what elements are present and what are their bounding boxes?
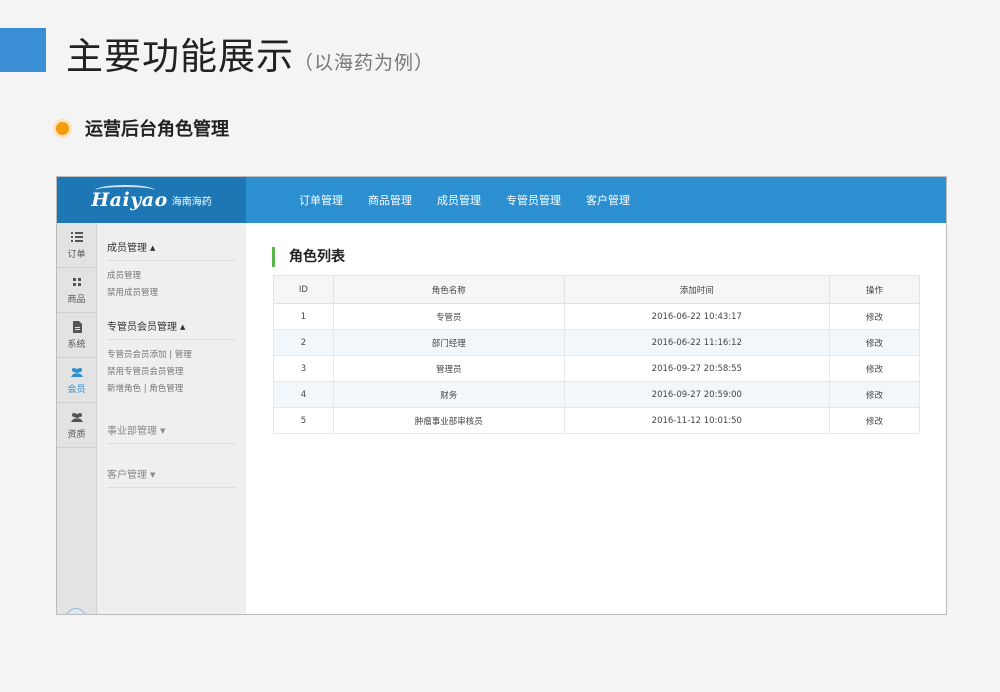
menu-group-title-text: 专管员会员管理 [107,322,177,333]
slide-title: 主要功能展示（以海药为例） [66,26,434,80]
table-row: 1 专管员 2016-06-22 10:43:17 修改 [273,303,920,330]
table-row: 4 财务 2016-09-27 20:59:00 修改 [273,381,920,408]
table-header-row: ID 角色名称 添加时间 操作 [273,275,920,304]
grid-icon [72,278,81,286]
column-header-name: 角色名称 [332,275,565,304]
top-navbar: Haiyao 海南海药 订单管理 商品管理 成员管理 专管员管理 客户管理 [57,177,946,223]
document-icon [72,321,82,333]
bullet-dot-icon [56,121,69,135]
caret-up-icon: ▲ [150,244,156,252]
cell-time: 2016-09-27 20:59:00 [563,381,831,408]
sidebar-item-specialist-add[interactable]: 专管员会员添加 | 管理 [107,343,236,360]
nav-orders[interactable]: 订单管理 [299,192,343,208]
nav-customers[interactable]: 客户管理 [586,192,630,208]
users-icon [70,413,83,422]
cell-id: 2 [273,329,334,356]
menu-group-members: 成员管理 ▲ 成员管理 禁用成员管理 [97,223,246,302]
edit-link[interactable]: 修改 [829,329,920,356]
rail-label: 商品 [67,295,86,305]
rail-label: 系统 [67,340,86,350]
rail-label: 会员 [67,385,86,395]
slide-subtitle: （以海药为例） [294,52,435,74]
caret-down-icon: ▼ [160,427,166,435]
menu-group-title[interactable]: 客户管理 ▼ [107,444,236,488]
sidebar-item-member-manage[interactable]: 成员管理 [107,264,236,281]
cell-id: 3 [273,355,334,382]
sidebar-item-disabled-specialists[interactable]: 禁用专管员会员管理 [107,360,236,377]
edit-link[interactable]: 修改 [829,303,920,330]
menu-group-customers: 客户管理 ▼ [97,444,246,488]
nav-products[interactable]: 商品管理 [368,192,412,208]
panel-title: 角色列表 [272,247,345,267]
menu-group-title-text: 客户管理 [107,470,147,481]
cell-name: 财务 [332,381,565,408]
nav-specialists[interactable]: 专管员管理 [506,192,561,208]
icon-rail: 订单 商品 系统 会员 资质 [57,223,97,614]
section-label: 运营后台角色管理 [85,119,229,140]
edit-link[interactable]: 修改 [829,407,920,434]
rail-label: 订单 [67,250,86,260]
sidebar-submenu: 成员管理 ▲ 成员管理 禁用成员管理 专管员会员管理 ▲ 专管员会员添加 | 管理 … [97,223,246,614]
logo[interactable]: Haiyao 海南海药 [57,177,246,223]
rail-label: 资质 [67,430,86,440]
cell-id: 1 [273,303,334,330]
cell-name: 部门经理 [332,329,565,356]
cell-time: 2016-09-27 20:58:55 [563,355,831,382]
cell-time: 2016-11-12 10:01:50 [563,407,831,434]
caret-up-icon: ▲ [180,323,186,331]
rail-item-members[interactable]: 会员 [57,358,96,403]
cell-name: 肿瘤事业部审核员 [332,407,565,434]
logo-cn: 海南海药 [171,196,212,208]
sub-list: 成员管理 禁用成员管理 [107,261,236,302]
users-icon [70,368,83,377]
main-nav: 订单管理 商品管理 成员管理 专管员管理 客户管理 [299,177,655,223]
menu-group-division: 事业部管理 ▼ [97,398,246,444]
rail-item-products[interactable]: 商品 [57,268,96,313]
cell-name: 管理员 [332,355,565,382]
menu-group-title-text: 事业部管理 [107,426,157,437]
table-row: 2 部门经理 2016-06-22 11:16:12 修改 [273,329,920,356]
menu-group-title[interactable]: 专管员会员管理 ▲ [107,302,236,340]
cell-time: 2016-06-22 11:16:12 [563,329,831,356]
column-header-actions: 操作 [829,275,920,304]
cell-id: 4 [273,381,334,408]
list-icon [70,232,83,242]
rail-bottom-circle-icon[interactable] [66,608,86,614]
admin-app-screenshot: Haiyao 海南海药 订单管理 商品管理 成员管理 专管员管理 客户管理 订单… [56,176,947,615]
sidebar-item-role-manage[interactable]: 新增角色 | 角色管理 [107,377,236,394]
caret-down-icon: ▼ [150,471,156,479]
role-table: ID 角色名称 添加时间 操作 1 专管员 2016-06-22 10:43:1… [273,275,920,434]
main-content: 角色列表 ID 角色名称 添加时间 操作 1 专管员 2016-06-22 10… [246,223,946,614]
menu-group-title[interactable]: 事业部管理 ▼ [107,398,236,444]
cell-time: 2016-06-22 10:43:17 [563,303,831,330]
nav-members[interactable]: 成员管理 [437,192,481,208]
rail-item-qualification[interactable]: 资质 [57,403,96,448]
table-row: 3 管理员 2016-09-27 20:58:55 修改 [273,355,920,382]
column-header-time: 添加时间 [563,275,831,304]
table-row: 5 肿瘤事业部审核员 2016-11-12 10:01:50 修改 [273,407,920,434]
slide-title-text: 主要功能展示 [66,35,294,78]
column-header-id: ID [273,275,334,304]
edit-link[interactable]: 修改 [829,381,920,408]
menu-group-title-text: 成员管理 [107,243,147,254]
edit-link[interactable]: 修改 [829,355,920,382]
rail-item-system[interactable]: 系统 [57,313,96,358]
logo-brand: Haiyao [91,185,168,211]
menu-group-specialists: 专管员会员管理 ▲ 专管员会员添加 | 管理 禁用专管员会员管理 新增角色 | 角… [97,302,246,398]
section-heading: 运营后台角色管理 [56,116,229,140]
slide-accent-bar [0,28,46,72]
rail-item-orders[interactable]: 订单 [57,223,96,268]
menu-group-title[interactable]: 成员管理 ▲ [107,223,236,261]
sidebar-item-disabled-members[interactable]: 禁用成员管理 [107,281,236,298]
cell-id: 5 [273,407,334,434]
sub-list: 专管员会员添加 | 管理 禁用专管员会员管理 新增角色 | 角色管理 [107,340,236,398]
cell-name: 专管员 [332,303,565,330]
